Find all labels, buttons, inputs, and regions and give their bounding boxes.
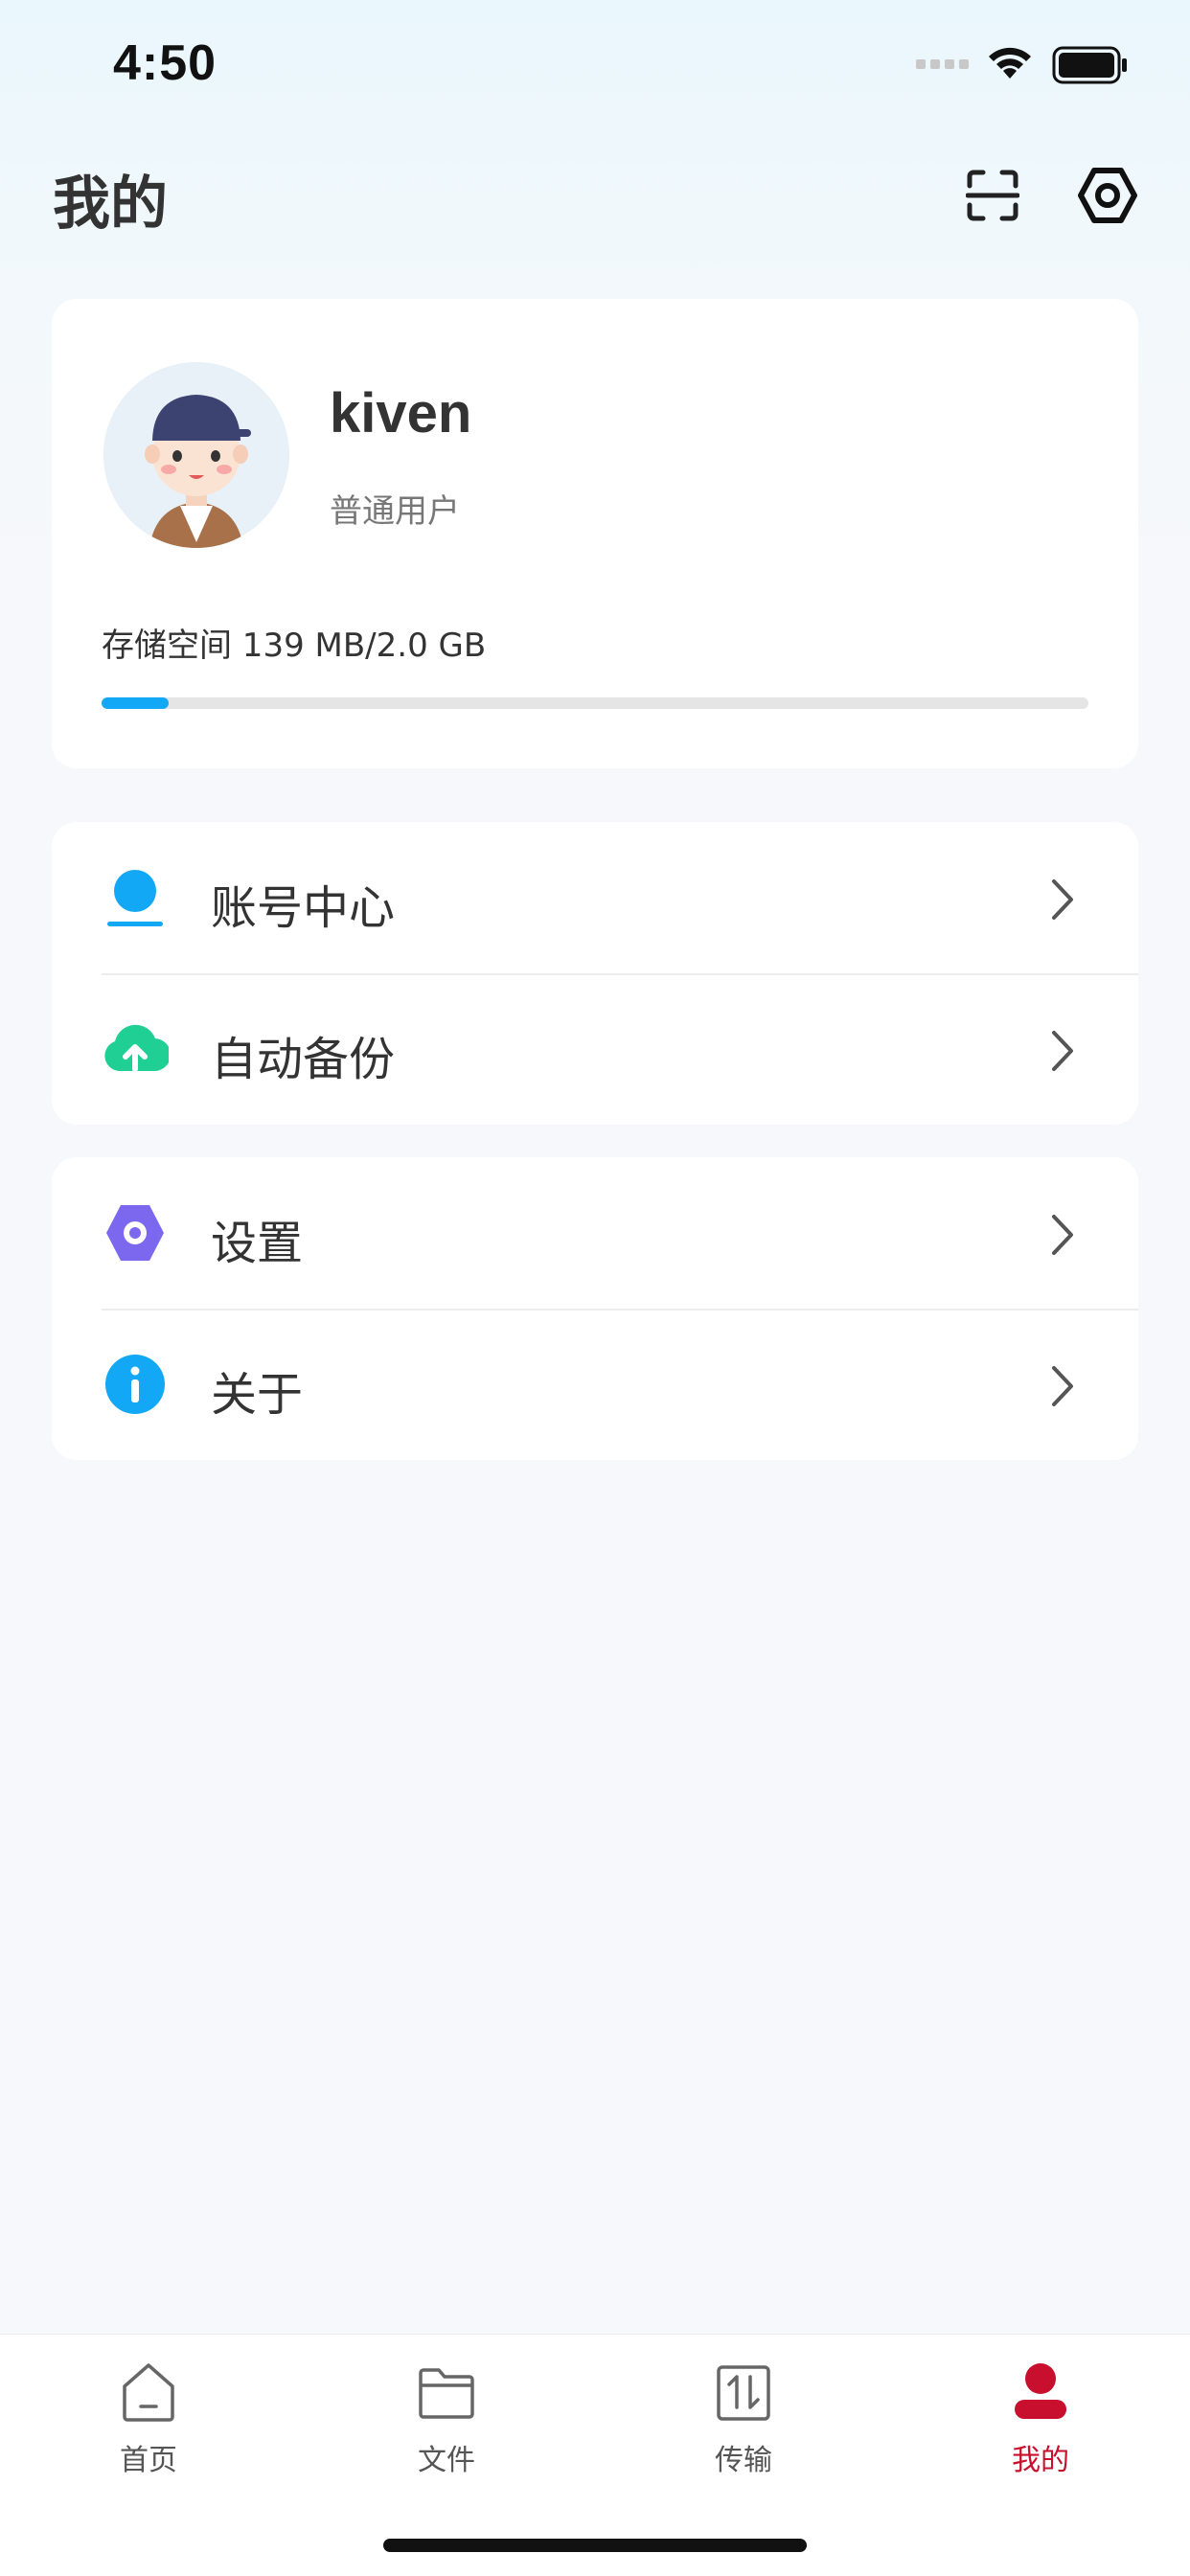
scan-icon	[966, 170, 1019, 221]
nav-item-transfer[interactable]: 传输	[648, 2361, 839, 2505]
signal-icon	[916, 59, 969, 69]
menu-group-account: 账号中心 自动备份	[52, 822, 1138, 1125]
avatar[interactable]	[103, 362, 289, 548]
nav-label: 首页	[120, 2444, 177, 2477]
info-icon	[102, 1351, 169, 1418]
account-icon	[102, 864, 169, 931]
nav-item-mine[interactable]: 我的	[945, 2361, 1136, 2505]
chevron-right-icon	[1052, 1215, 1073, 1255]
chevron-right-icon	[1052, 879, 1073, 920]
settings-icon	[102, 1199, 169, 1266]
menu-item-auto-backup[interactable]: 自动备份	[52, 973, 1138, 1125]
page-title: 我的	[53, 171, 168, 238]
chevron-right-icon	[1052, 1031, 1073, 1071]
storage-progress-bar	[102, 697, 1088, 709]
settings-button[interactable]	[1069, 157, 1146, 234]
menu-item-label: 账号中心	[211, 881, 396, 935]
nav-label: 我的	[1012, 2444, 1069, 2477]
wifi-icon	[989, 47, 1031, 79]
menu-item-about[interactable]: 关于	[52, 1309, 1138, 1460]
settings-hex-icon	[1078, 168, 1137, 223]
menu-item-label: 关于	[211, 1368, 304, 1422]
folder-icon	[419, 2368, 474, 2419]
nav-label: 传输	[715, 2444, 772, 2477]
scan-button[interactable]	[954, 157, 1031, 234]
user-role: 普通用户	[330, 492, 460, 531]
menu-item-account-center[interactable]: 账号中心	[52, 822, 1138, 975]
username: kiven	[330, 382, 472, 445]
menu-group-app: 设置 关于	[52, 1157, 1138, 1460]
home-icon	[123, 2363, 174, 2422]
battery-icon	[1052, 46, 1127, 84]
menu-item-label: 自动备份	[211, 1033, 396, 1086]
avatar-illustration	[103, 362, 289, 548]
nav-item-home[interactable]: 首页	[53, 2361, 244, 2505]
storage-usage-text: 存储空间 139 MB/2.0 GB	[102, 627, 487, 665]
menu-item-settings[interactable]: 设置	[52, 1157, 1138, 1311]
home-indicator	[383, 2539, 807, 2552]
user-icon	[1015, 2363, 1066, 2419]
transfer-icon	[717, 2365, 770, 2421]
status-time: 4:50	[113, 35, 217, 91]
storage-progress-fill	[102, 697, 170, 709]
menu-item-label: 设置	[211, 1217, 304, 1270]
chevron-right-icon	[1052, 1366, 1073, 1406]
nav-label: 文件	[418, 2444, 475, 2477]
status-bar: 4:50	[0, 0, 1190, 134]
nav-item-files[interactable]: 文件	[351, 2361, 542, 2505]
profile-card[interactable]: kiven 普通用户 存储空间 139 MB/2.0 GB	[52, 299, 1138, 768]
cloud-upload-icon	[102, 1015, 169, 1083]
